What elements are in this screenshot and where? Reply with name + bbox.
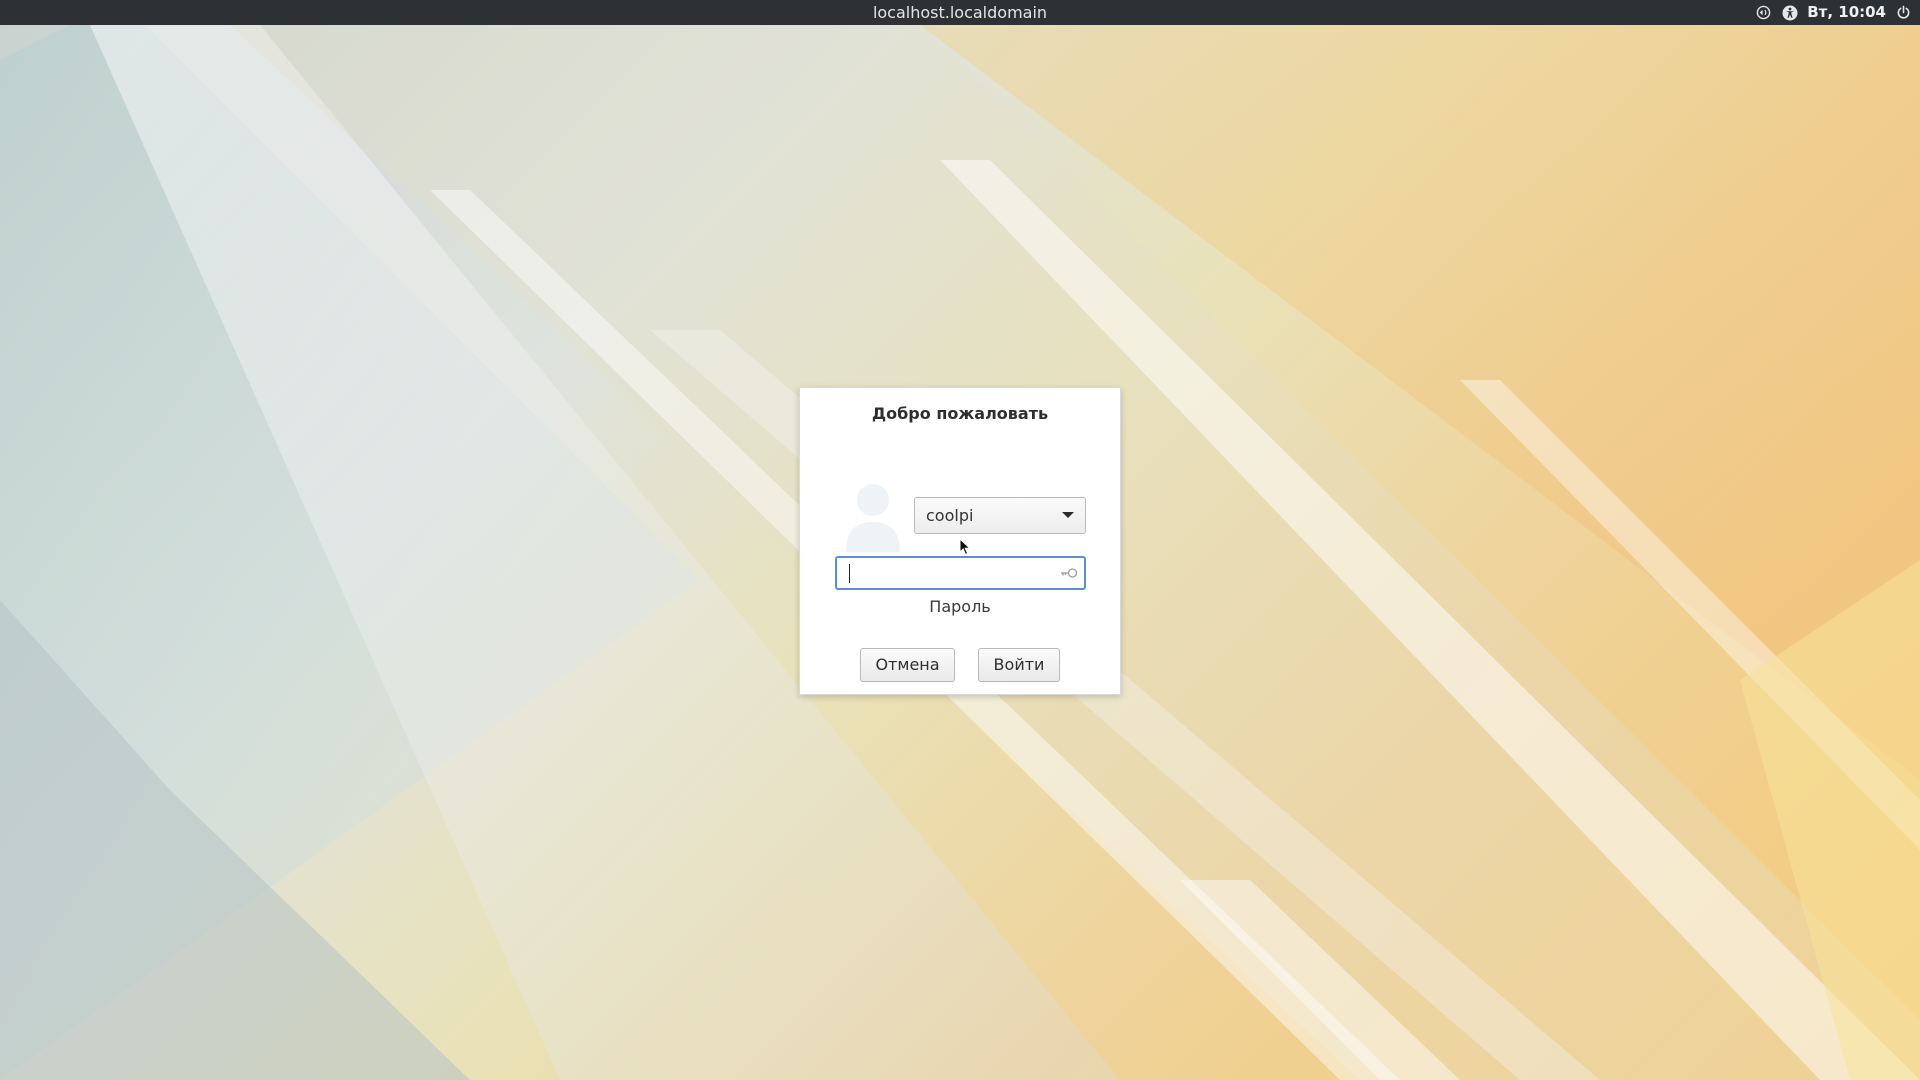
cancel-button[interactable]: Отмена	[860, 648, 955, 682]
accessibility-icon[interactable]	[1781, 4, 1798, 21]
clock[interactable]: Вт, 10:04	[1807, 0, 1886, 25]
dropdown-arrow-icon	[1062, 512, 1074, 518]
text-caret	[849, 564, 850, 583]
power-icon[interactable]	[1895, 4, 1912, 21]
key-icon	[1060, 565, 1078, 581]
user-avatar	[842, 482, 908, 552]
user-select-value: coolpi	[926, 506, 974, 525]
desktop: localhost.localdomain Вт, 10:04 Добро по…	[0, 0, 1920, 1080]
screen-reader-icon[interactable]	[1755, 4, 1772, 21]
password-label: Пароль	[929, 597, 991, 616]
password-field[interactable]	[835, 556, 1086, 590]
mouse-pointer-icon	[959, 538, 971, 556]
top-bar: localhost.localdomain Вт, 10:04	[0, 0, 1920, 25]
user-select-dropdown[interactable]: coolpi	[914, 497, 1086, 534]
password-input[interactable]	[847, 562, 1047, 584]
login-button[interactable]: Войти	[978, 648, 1060, 682]
dialog-title: Добро пожаловать	[871, 404, 1049, 423]
system-tray: Вт, 10:04	[1755, 0, 1912, 25]
hostname-label: localhost.localdomain	[872, 3, 1048, 22]
